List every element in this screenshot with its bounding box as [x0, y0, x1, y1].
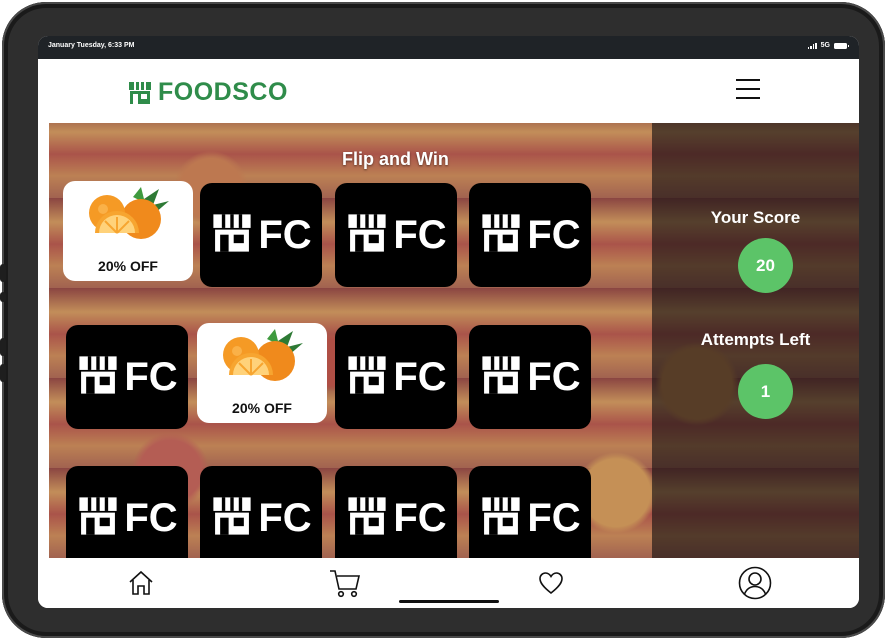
card-back-text: FC	[393, 496, 447, 540]
store-icon	[345, 353, 389, 402]
hidden-card[interactable]: FC	[200, 183, 322, 287]
home-indicator	[399, 600, 499, 603]
card-back-text: FC	[527, 355, 581, 399]
oranges-image	[81, 187, 173, 254]
store-icon	[345, 211, 389, 260]
store-icon	[76, 353, 120, 402]
card-back-text: FC	[124, 355, 178, 399]
nav-home[interactable]	[124, 566, 158, 600]
card-back-text: FC	[527, 213, 581, 257]
card-back-logo: FC	[76, 494, 178, 543]
game-title: Flip and Win	[342, 149, 449, 169]
prize-card[interactable]: 20% OFF	[197, 323, 327, 423]
attempts-badge: 1	[738, 364, 793, 419]
card-back-logo: FC	[345, 494, 447, 543]
store-icon	[479, 494, 523, 543]
card-back-logo: FC	[345, 211, 447, 260]
hamburger-menu-button[interactable]	[736, 79, 760, 101]
store-icon	[479, 211, 523, 260]
status-time: January Tuesday, 6:33 PM	[48, 42, 135, 49]
side-button	[0, 264, 6, 282]
battery-icon	[834, 42, 849, 49]
side-button	[0, 338, 6, 356]
hidden-card[interactable]: FC	[469, 466, 591, 558]
offer-label: 20% OFF	[232, 400, 292, 416]
hidden-card[interactable]: FC	[66, 466, 188, 558]
card-back-text: FC	[258, 496, 312, 540]
menu-line	[736, 97, 760, 99]
tablet-frame: January Tuesday, 6:33 PM 5G FOODSCO Flip…	[0, 2, 885, 638]
hidden-card[interactable]: FC	[66, 325, 188, 429]
card-back-logo: FC	[76, 353, 178, 402]
menu-line	[736, 88, 760, 90]
card-back-logo: FC	[345, 353, 447, 402]
card-back-text: FC	[393, 213, 447, 257]
side-button	[0, 292, 6, 302]
store-icon	[76, 494, 120, 543]
hidden-card[interactable]: FC	[469, 183, 591, 287]
score-badge: 20	[738, 238, 793, 293]
store-icon	[129, 81, 151, 104]
side-button	[0, 364, 6, 382]
card-back-logo: FC	[479, 211, 581, 260]
app-header: FOODSCO	[38, 59, 859, 123]
user-icon	[738, 566, 772, 600]
hidden-card[interactable]: FC	[335, 325, 457, 429]
hidden-card[interactable]: FC	[335, 466, 457, 558]
store-icon	[210, 211, 254, 260]
prize-card[interactable]: 20% OFF	[63, 181, 193, 281]
menu-line	[736, 79, 760, 81]
status-indicators: 5G	[807, 42, 849, 49]
card-back-text: FC	[393, 355, 447, 399]
offer-label: 20% OFF	[98, 258, 158, 274]
signal-icon	[807, 42, 817, 49]
hidden-card[interactable]: FC	[469, 325, 591, 429]
card-back-logo: FC	[210, 211, 312, 260]
nav-profile[interactable]	[738, 566, 772, 600]
nav-cart[interactable]	[328, 566, 362, 600]
card-back-text: FC	[124, 496, 178, 540]
oranges-image	[215, 329, 307, 396]
cart-icon	[330, 570, 361, 598]
score-title: Your Score	[710, 208, 801, 227]
status-bar: January Tuesday, 6:33 PM 5G	[38, 36, 859, 59]
heart-icon	[539, 572, 563, 595]
card-back-logo: FC	[479, 353, 581, 402]
card-back-logo: FC	[210, 494, 312, 543]
store-icon	[479, 353, 523, 402]
network-label: 5G	[820, 42, 830, 49]
store-icon	[210, 494, 254, 543]
home-icon	[129, 570, 153, 595]
screen: January Tuesday, 6:33 PM 5G FOODSCO Flip…	[38, 36, 859, 608]
brand-logo[interactable]: FOODSCO	[127, 78, 288, 107]
brand-name: FOODSCO	[158, 78, 288, 106]
hidden-card[interactable]: FC	[200, 466, 322, 558]
nav-favorites[interactable]	[534, 566, 568, 600]
card-back-text: FC	[258, 213, 312, 257]
card-back-text: FC	[527, 496, 581, 540]
card-back-logo: FC	[479, 494, 581, 543]
store-icon	[345, 494, 389, 543]
hidden-card[interactable]: FC	[335, 183, 457, 287]
attempts-title: Attempts Left	[700, 330, 811, 349]
game-area: Flip and Win 20% OFF FC FC FC FC 20% OFF FC FC F…	[49, 123, 859, 558]
